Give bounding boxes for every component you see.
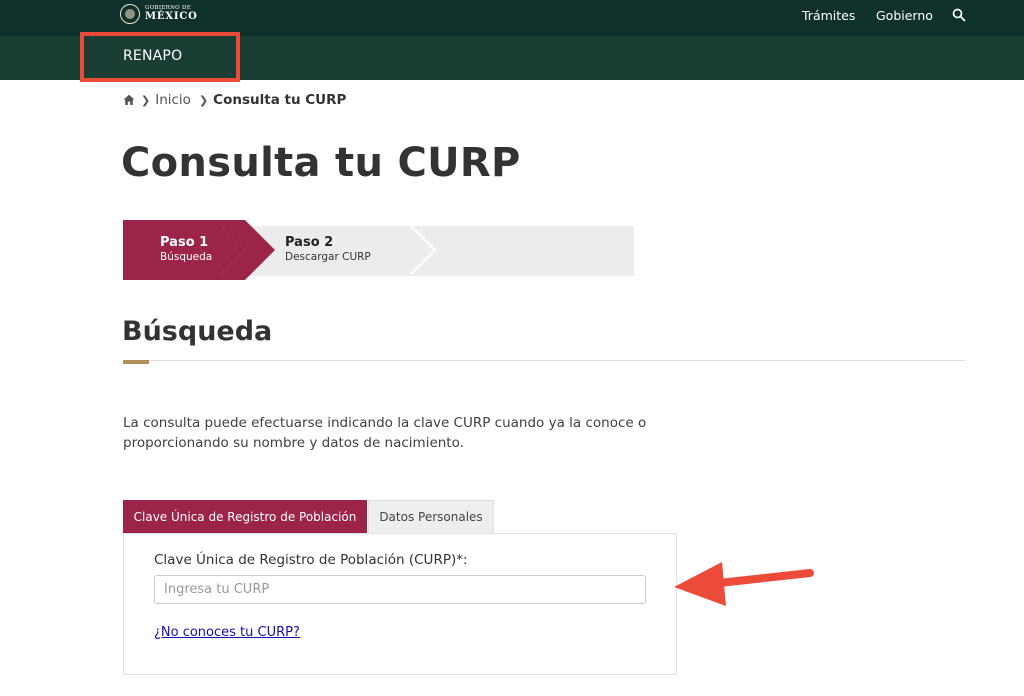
logo-line-2: MÉXICO: [145, 11, 198, 23]
step-2-subtitle: Descargar CURP: [285, 251, 371, 263]
stepper-arrows: [123, 220, 437, 280]
intro-text: La consulta puede efectuarse indicando l…: [123, 415, 647, 451]
step-1-title: Paso 1: [160, 235, 209, 250]
chevron-right-icon: ❯: [141, 93, 151, 107]
chevron-right-icon: ❯: [198, 93, 209, 107]
gobierno-mexico-logo[interactable]: GOBIERNO DE MÉXICO: [120, 3, 198, 25]
tab-clave-unica[interactable]: Clave Única de Registro de Población: [123, 500, 367, 533]
renapo-link[interactable]: RENAPO: [123, 48, 182, 64]
home-icon[interactable]: [123, 94, 135, 106]
step-2-title: Paso 2: [285, 235, 334, 250]
nav-link-gobierno[interactable]: Gobierno: [876, 8, 933, 23]
curp-input[interactable]: [154, 575, 646, 604]
section-divider: [123, 360, 965, 361]
step-1-subtitle: Búsqueda: [160, 251, 213, 263]
page-title: Consulta tu CURP: [121, 140, 521, 186]
red-arrow-annotation: [674, 562, 814, 606]
section-title: Búsqueda: [122, 316, 273, 347]
nav-link-tramites[interactable]: Trámites: [802, 8, 855, 23]
tab-datos-personales[interactable]: Datos Personales: [368, 500, 494, 533]
section-accent-bar: [123, 360, 149, 364]
search-icon[interactable]: [952, 8, 966, 22]
seal-icon: [120, 4, 140, 24]
breadcrumb-item-current: Consulta tu CURP: [213, 92, 347, 108]
no-conoces-curp-link[interactable]: ¿No conoces tu CURP?: [154, 625, 300, 640]
stepper: Paso 1 Búsqueda Paso 2 Descargar CURP: [123, 220, 635, 280]
breadcrumb-item-inicio[interactable]: Inicio: [155, 92, 191, 108]
breadcrumb: ❯ Inicio ❯ Consulta tu CURP: [123, 92, 346, 108]
top-navbar: GOBIERNO DE MÉXICO Trámites Gobierno: [0, 0, 1024, 36]
curp-field-label: Clave Única de Registro de Población (CU…: [154, 552, 468, 568]
